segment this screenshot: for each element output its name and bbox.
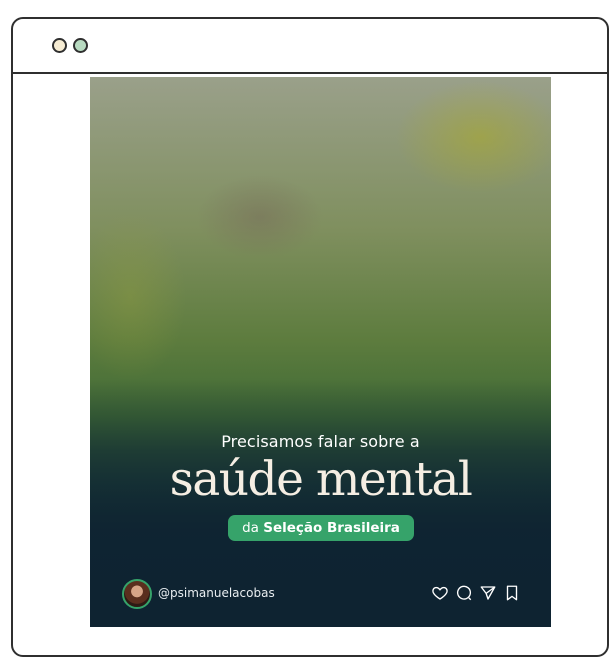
window-titlebar [13, 19, 607, 74]
send-icon[interactable] [479, 584, 497, 604]
comment-icon[interactable] [455, 584, 473, 604]
profile-handle[interactable]: @psimanuelacobas [158, 586, 275, 600]
window-dot-icon[interactable] [52, 38, 67, 53]
pill-emphasis: Seleção Brasileira [263, 520, 400, 536]
post-headline: saúde mental [169, 452, 473, 507]
post-kicker: Precisamos falar sobre a [221, 432, 420, 451]
pill-prefix: da [242, 520, 259, 536]
post-actions [431, 584, 521, 604]
heart-icon[interactable] [431, 584, 449, 604]
bookmark-icon[interactable] [503, 584, 521, 604]
photo-gradient-overlay [90, 77, 551, 627]
avatar[interactable] [122, 579, 152, 609]
post-footer: @psimanuelacobas [90, 577, 551, 613]
social-post: Precisamos falar sobre a saúde mental da… [90, 77, 551, 627]
topic-pill: da Seleção Brasileira [228, 515, 414, 541]
window-dot-icon[interactable] [73, 38, 88, 53]
